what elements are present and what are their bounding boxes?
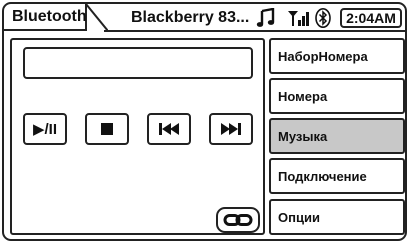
next-track-button[interactable]: [209, 113, 253, 145]
menu-item-label: Номера: [278, 88, 328, 104]
menu-item-label: Музыка: [278, 128, 328, 144]
signal-strength-icon: [288, 11, 309, 26]
link-icon: [223, 214, 253, 226]
play-pause-label: ▶/II: [32, 121, 58, 138]
previous-track-icon: [159, 123, 179, 135]
device-name: Blackberry 83...: [131, 9, 250, 26]
clock-display: 2:04AM: [340, 8, 402, 28]
menu-item-numbers[interactable]: Номера: [269, 78, 405, 114]
menu-item-options[interactable]: Опции: [269, 199, 405, 235]
tab-label: Bluetooth: [12, 8, 87, 25]
previous-track-button[interactable]: [147, 113, 191, 145]
menu-item-connection[interactable]: Подключение: [269, 158, 405, 194]
track-info-field: [23, 47, 253, 79]
header-bar: Bluetooth Blackberry 83... 2:04AM: [4, 4, 405, 32]
player-panel: ▶/II: [10, 38, 265, 235]
bluetooth-screen: Bluetooth Blackberry 83... 2:04AM ▶/II Н…: [2, 2, 407, 241]
menu-item-label: НаборНомера: [278, 48, 368, 64]
menu-item-label: Подключение: [278, 168, 367, 184]
menu-item-dial-number[interactable]: НаборНомера: [269, 38, 405, 74]
link-button[interactable]: [216, 207, 260, 233]
music-note-icon: [256, 8, 275, 27]
bluetooth-tab[interactable]: Bluetooth: [4, 4, 108, 32]
menu-item-music[interactable]: Музыка: [269, 118, 405, 154]
next-track-icon: [221, 123, 241, 135]
bluetooth-icon: [315, 8, 331, 28]
menu-item-label: Опции: [278, 209, 320, 225]
stop-button[interactable]: [85, 113, 129, 145]
header-divider: [104, 30, 405, 32]
play-pause-button[interactable]: ▶/II: [23, 113, 67, 145]
stop-icon: [101, 123, 113, 135]
